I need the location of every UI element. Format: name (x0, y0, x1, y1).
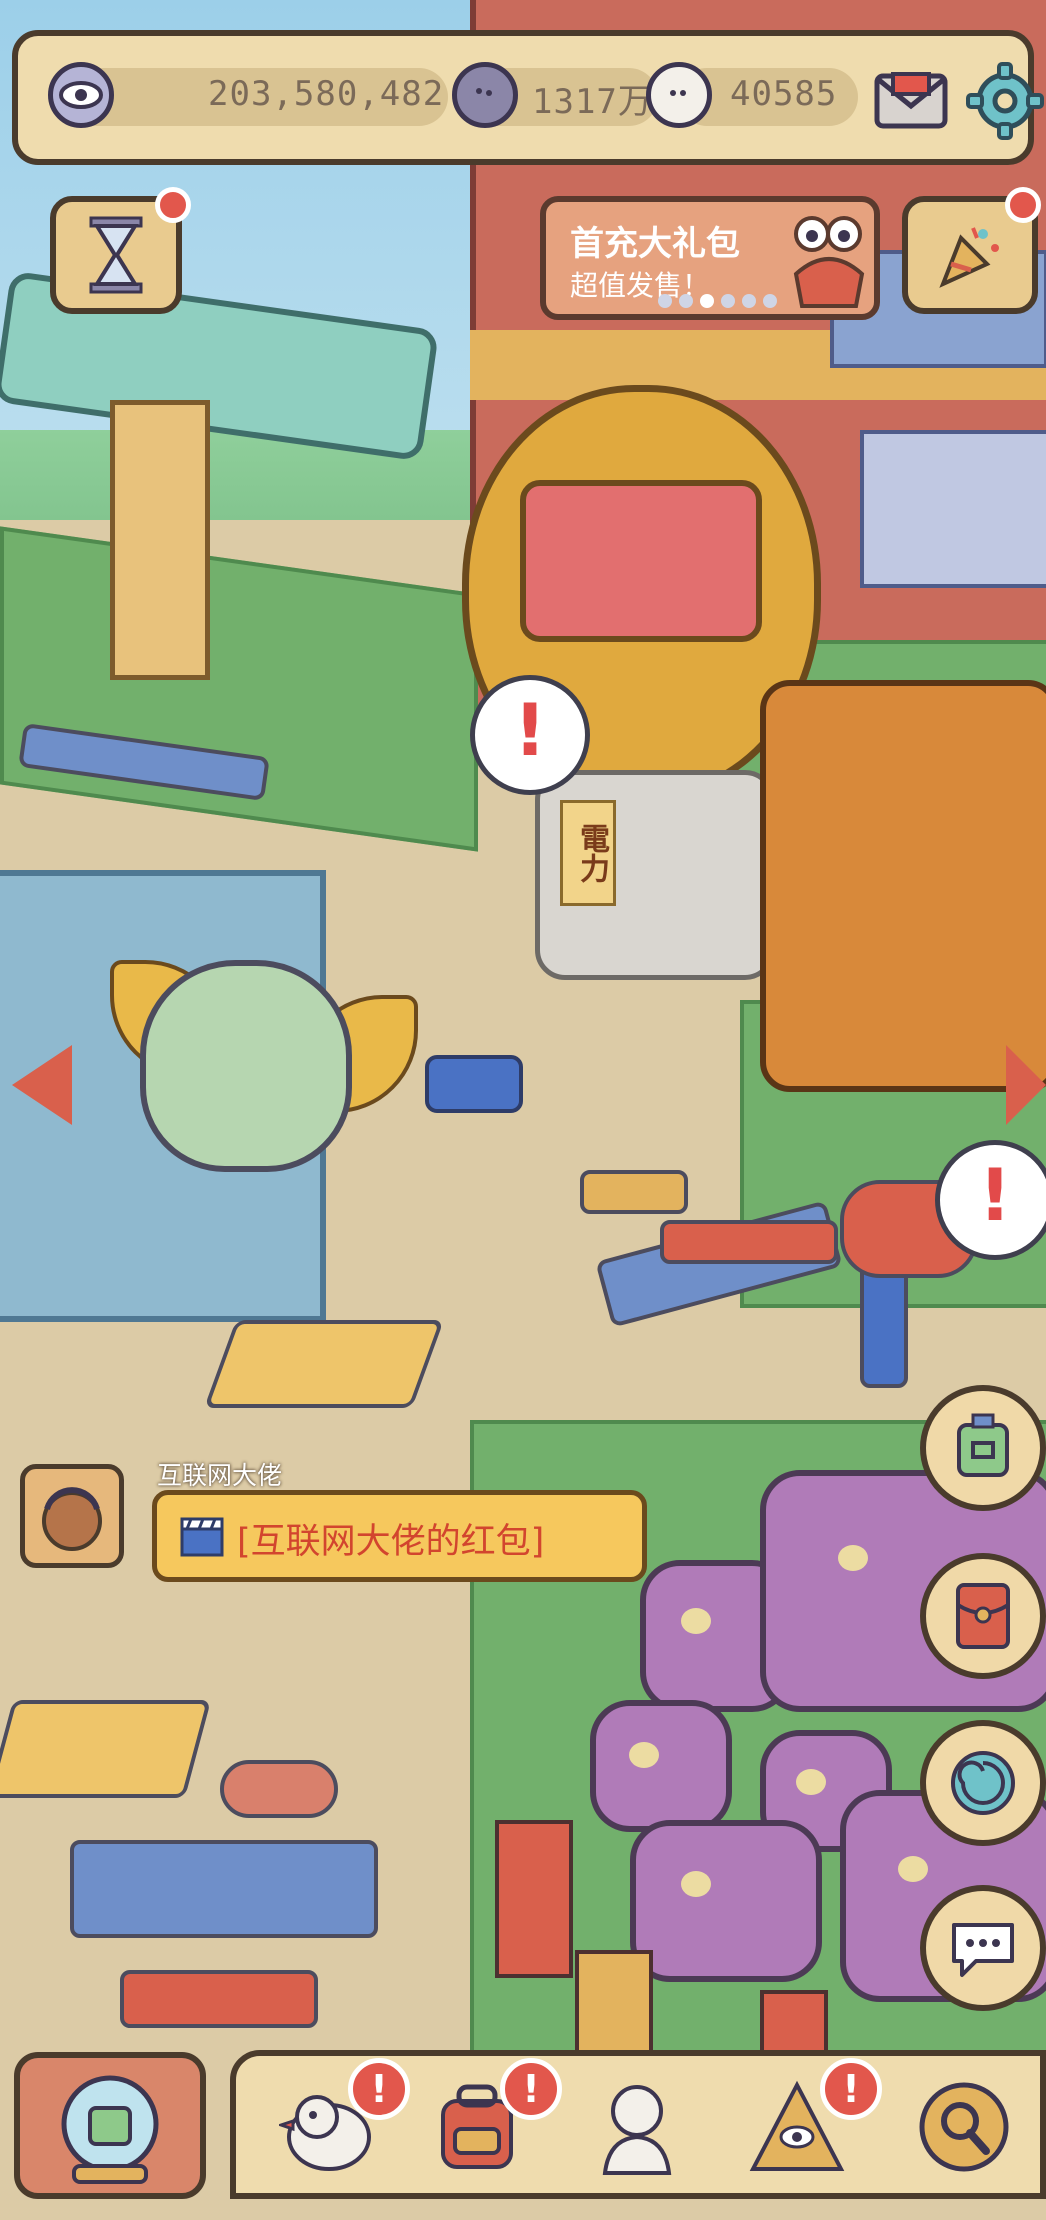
nav-magnifier[interactable] (905, 2068, 1023, 2186)
backpack-alert-badge: ! (500, 2058, 562, 2120)
brick-stack (495, 1820, 573, 1978)
arcade-alert-bubble[interactable]: ! (470, 675, 590, 795)
chat-sender-name: 互联网大佬 (157, 1461, 283, 1490)
cat-robot-character[interactable] (760, 680, 1046, 1092)
first-charge-gift-banner[interactable]: 首充大礼包 超值发售！ (540, 196, 880, 320)
gear-icon (966, 62, 1044, 140)
pyramid-alert-badge: ! (820, 2058, 882, 2120)
building-block (860, 430, 1046, 588)
mailbox-alert-bubble[interactable]: ! (935, 1140, 1046, 1260)
chat-message-bubble[interactable]: [互联网大佬的红包] (152, 1490, 647, 1582)
mail-button[interactable] (868, 58, 954, 144)
brick-stack (760, 1990, 828, 2058)
crab-mascot-icon (793, 216, 865, 308)
top-resource-bar: 203,580,482 1317万 40585 (12, 30, 1044, 165)
side-button-red-envelope[interactable] (920, 1553, 1046, 1679)
side-button-chat[interactable] (920, 1885, 1046, 2011)
chat-message-text: [互联网大佬的红包] (237, 1522, 545, 1562)
clapperboard-icon (180, 1517, 224, 1557)
carousel-dot-active (700, 294, 714, 308)
mail-icon (874, 72, 948, 129)
promo-title: 首充大礼包 (570, 224, 740, 264)
red-envelope-icon (956, 1583, 1010, 1649)
tank-icon (957, 1413, 1009, 1477)
mushroom-block (590, 1700, 732, 1832)
floor-tile (660, 1220, 838, 1264)
nav-statue[interactable] (578, 2068, 696, 2186)
avatar-portrait-icon (42, 1487, 102, 1551)
duck-alert-badge: ! (348, 2058, 410, 2120)
floor-tile (580, 1170, 688, 1214)
carousel-dot (721, 294, 735, 308)
floor-tile (70, 1840, 378, 1938)
carousel-dot (742, 294, 756, 308)
portal-swirl-icon (951, 1751, 1015, 1815)
brick-stack (575, 1950, 653, 2058)
alert-exclamation: ! (513, 688, 547, 772)
telescope-stand (110, 400, 210, 680)
winged-pot-character[interactable] (140, 960, 352, 1172)
chat-sender-avatar[interactable] (20, 1464, 124, 1568)
prev-scene-arrow[interactable] (12, 1045, 72, 1125)
eye-icon (48, 62, 114, 128)
magnifier-coin-icon (919, 2082, 1009, 2172)
eye-resource-value: 203,580,482 (208, 74, 445, 114)
floor-tile (0, 1700, 212, 1798)
promo-carousel-dots (658, 294, 777, 308)
coin-icon (452, 62, 518, 128)
coin-resource-value: 1317万 (532, 82, 653, 122)
snow-globe-tank-icon (61, 2075, 159, 2184)
chat-bubble-icon (952, 1923, 1014, 1977)
floor-tile (120, 1970, 318, 2028)
side-button-portal[interactable] (920, 1720, 1046, 1846)
bottom-main-button[interactable] (14, 2052, 206, 2199)
ghost-bubble-icon (646, 62, 712, 128)
floor-stone (220, 1760, 338, 1818)
soda-can (425, 1055, 523, 1113)
floor-tile (203, 1320, 445, 1408)
carousel-dot (763, 294, 777, 308)
bubble-resource-value: 40585 (730, 74, 838, 114)
hourglass-icon (89, 216, 143, 294)
carousel-dot (679, 294, 693, 308)
hourglass-notification-dot (155, 187, 191, 223)
mushroom-block (630, 1820, 822, 1982)
party-popper-icon (939, 227, 999, 288)
alert-exclamation: ! (978, 1153, 1012, 1237)
carousel-dot (658, 294, 672, 308)
arcade-screen (520, 480, 762, 642)
side-button-tank[interactable] (920, 1385, 1046, 1511)
settings-button[interactable] (962, 58, 1046, 144)
power-rock-label: 電力 (560, 800, 616, 906)
next-scene-arrow[interactable] (1006, 1045, 1046, 1125)
party-notification-dot (1005, 187, 1041, 223)
statue-bust-icon (602, 2085, 672, 2175)
